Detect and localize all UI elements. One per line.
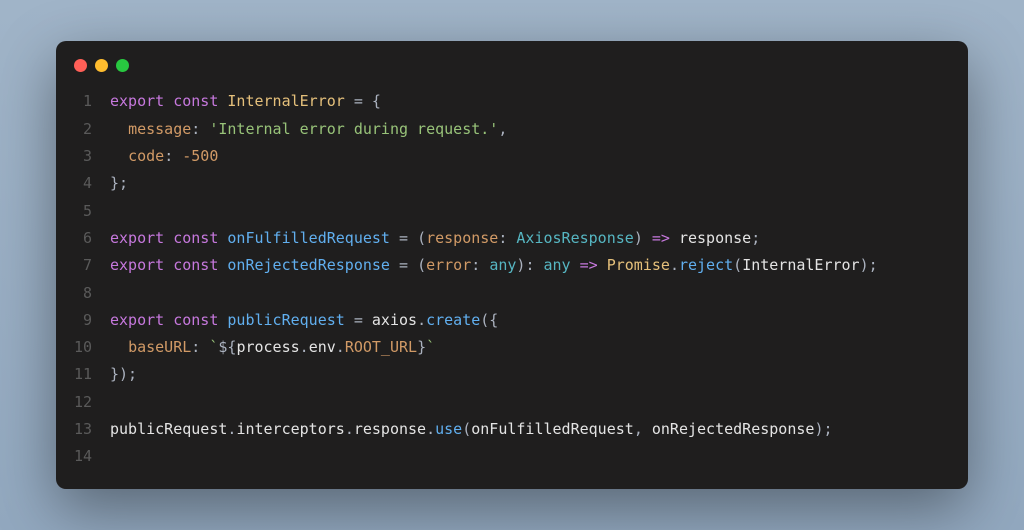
code-line: 9 export const publicRequest = axios.cre… [74, 307, 950, 334]
line-number: 7 [74, 252, 110, 279]
line-number: 12 [74, 389, 110, 416]
code-content [110, 389, 950, 416]
close-dot-icon[interactable] [74, 59, 87, 72]
code-content [110, 443, 950, 470]
code-content: code: -500 [110, 143, 950, 170]
code-line: 4 }; [74, 170, 950, 197]
code-line: 1 export const InternalError = { [74, 88, 950, 115]
code-content [110, 198, 950, 225]
line-number: 3 [74, 143, 110, 170]
line-number: 10 [74, 334, 110, 361]
window-titlebar [56, 59, 968, 88]
line-number: 11 [74, 361, 110, 388]
code-line: 12 [74, 389, 950, 416]
code-line: 5 [74, 198, 950, 225]
code-content: export const publicRequest = axios.creat… [110, 307, 950, 334]
minimize-dot-icon[interactable] [95, 59, 108, 72]
line-number: 8 [74, 280, 110, 307]
code-line: 2 message: 'Internal error during reques… [74, 116, 950, 143]
code-line: 10 baseURL: `${process.env.ROOT_URL}` [74, 334, 950, 361]
code-content [110, 280, 950, 307]
line-number: 6 [74, 225, 110, 252]
code-line: 11 }); [74, 361, 950, 388]
code-line: 7 export const onRejectedResponse = (err… [74, 252, 950, 279]
code-content: }); [110, 361, 950, 388]
zoom-dot-icon[interactable] [116, 59, 129, 72]
line-number: 2 [74, 116, 110, 143]
code-content: }; [110, 170, 950, 197]
line-number: 5 [74, 198, 110, 225]
code-line: 3 code: -500 [74, 143, 950, 170]
code-block: 1 export const InternalError = { 2 messa… [56, 88, 968, 470]
code-line: 14 [74, 443, 950, 470]
code-line: 6 export const onFulfilledRequest = (res… [74, 225, 950, 252]
line-number: 14 [74, 443, 110, 470]
code-content: export const InternalError = { [110, 88, 950, 115]
line-number: 13 [74, 416, 110, 443]
code-line: 13 publicRequest.interceptors.response.u… [74, 416, 950, 443]
code-content: baseURL: `${process.env.ROOT_URL}` [110, 334, 950, 361]
line-number: 9 [74, 307, 110, 334]
code-line: 8 [74, 280, 950, 307]
code-content: export const onFulfilledRequest = (respo… [110, 225, 950, 252]
line-number: 4 [74, 170, 110, 197]
code-content: message: 'Internal error during request.… [110, 116, 950, 143]
line-number: 1 [74, 88, 110, 115]
editor-window: 1 export const InternalError = { 2 messa… [56, 41, 968, 488]
code-content: publicRequest.interceptors.response.use(… [110, 416, 950, 443]
code-content: export const onRejectedResponse = (error… [110, 252, 950, 279]
